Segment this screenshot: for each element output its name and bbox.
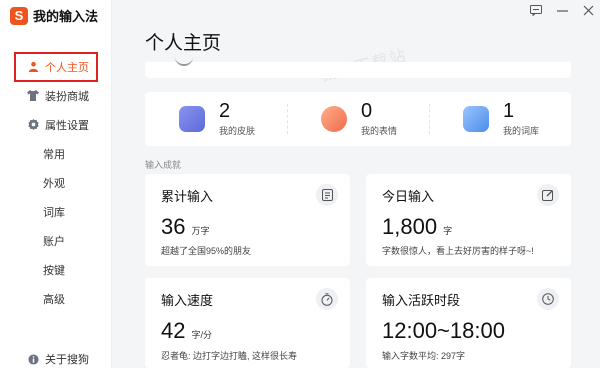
card-value-number: 1,800 <box>382 214 438 239</box>
card-title: 输入活跃时段 <box>382 293 461 308</box>
card-title: 输入速度 <box>161 293 214 308</box>
stopwatch-icon[interactable] <box>316 288 338 310</box>
card-note: 超越了全国95%的朋友 <box>161 246 252 256</box>
stats-panel: 2 我的皮肤 0 我的表情 1 我的词库 <box>145 92 571 146</box>
feedback-icon[interactable] <box>530 4 542 16</box>
emoji-icon <box>321 106 347 132</box>
sidebar-item-label: 个人主页 <box>45 61 89 74</box>
card-value: 36 万字 <box>161 214 210 240</box>
section-label: 输入成就 <box>145 160 182 170</box>
card-title: 累计输入 <box>161 189 214 204</box>
app-brand: S 我的输入法 <box>10 6 98 25</box>
sidebar-item-advanced[interactable]: 高级 <box>0 284 112 313</box>
card-value-number: 42 <box>161 318 186 343</box>
gear-icon <box>27 119 39 131</box>
sidebar-item-profile[interactable]: 个人主页 <box>0 52 112 81</box>
sidebar-item-label: 按键 <box>43 264 65 277</box>
stat-emojis[interactable]: 0 我的表情 <box>287 92 429 146</box>
card-unit: 字 <box>443 226 453 236</box>
sidebar-item-dictionary[interactable]: 词库 <box>0 197 112 226</box>
sidebar-item-common[interactable]: 常用 <box>0 139 112 168</box>
card-value-number: 12:00~18:00 <box>382 318 505 343</box>
card-note: 字数很惊人，看上去好厉害的样子呀~! <box>382 246 534 256</box>
profile-banner <box>145 62 571 78</box>
clock-icon[interactable] <box>537 288 559 310</box>
sidebar-item-label: 高级 <box>43 293 65 306</box>
window-controls <box>530 4 594 16</box>
sidebar-item-shop[interactable]: 装扮商城 <box>0 81 112 110</box>
card-note: 输入字数平均: 297字 <box>382 351 466 361</box>
stat-label: 我的皮肤 <box>219 126 256 136</box>
card-value: 1,800 字 <box>382 214 452 240</box>
page-title: 个人主页 <box>145 33 222 54</box>
app-title: 我的输入法 <box>33 9 99 24</box>
skin-icon <box>179 106 205 132</box>
sidebar-item-label: 词库 <box>43 206 65 219</box>
card-value-number: 36 <box>161 214 186 239</box>
card-note: 忍者龟: 边打字边打瞌, 这样很长寿 <box>161 351 298 361</box>
sidebar-item-about[interactable]: 关于搜狗 <box>0 350 89 368</box>
sidebar-item-label: 账户 <box>43 235 65 248</box>
card-value: 12:00~18:00 <box>382 318 505 344</box>
stat-value: 2 <box>219 100 231 122</box>
card-unit: 字/分 <box>191 330 212 340</box>
stat-value: 1 <box>503 100 515 122</box>
sidebar-item-account[interactable]: 账户 <box>0 226 112 255</box>
stat-value: 0 <box>361 100 373 122</box>
sidebar-item-label: 装扮商城 <box>45 90 89 103</box>
sidebar-item-settings[interactable]: 属性设置 <box>0 110 112 139</box>
document-icon[interactable] <box>316 184 338 206</box>
sidebar-item-label: 常用 <box>43 148 65 161</box>
person-icon <box>27 61 39 73</box>
card-input-speed: 输入速度 42 字/分 忍者龟: 边打字边打瞌, 这样很长寿 <box>145 278 350 368</box>
sidebar-item-label: 外观 <box>43 177 65 190</box>
stat-skins[interactable]: 2 我的皮肤 <box>145 92 287 146</box>
shirt-icon <box>27 90 39 102</box>
card-unit: 万字 <box>191 226 210 236</box>
card-total-input: 累计输入 36 万字 超越了全国95%的朋友 <box>145 174 350 266</box>
edit-icon[interactable] <box>537 184 559 206</box>
sidebar-item-label: 关于搜狗 <box>45 354 89 366</box>
card-today-input: 今日输入 1,800 字 字数很惊人，看上去好厉害的样子呀~! <box>366 174 571 266</box>
sidebar-nav: 个人主页 装扮商城 属性设置 常用 外观 词库 账户 按键 高级 <box>0 52 112 313</box>
app-logo-icon: S <box>10 6 28 25</box>
stat-dictionaries[interactable]: 1 我的词库 <box>429 92 571 146</box>
sidebar-item-label: 属性设置 <box>45 119 89 132</box>
sidebar-item-keys[interactable]: 按键 <box>0 255 112 284</box>
card-active-period: 输入活跃时段 12:00~18:00 输入字数平均: 297字 <box>366 278 571 368</box>
stat-label: 我的词库 <box>503 126 540 136</box>
stat-label: 我的表情 <box>361 126 398 136</box>
minimize-icon[interactable] <box>556 4 568 16</box>
avatar[interactable] <box>175 56 193 66</box>
close-icon[interactable] <box>582 4 594 16</box>
card-title: 今日输入 <box>382 189 435 204</box>
info-icon <box>27 353 39 365</box>
dictionary-icon <box>463 106 489 132</box>
card-value: 42 字/分 <box>161 318 212 344</box>
sidebar: S 我的输入法 个人主页 装扮商城 属性设置 常用 外观 词库 账户 按键 高级… <box>0 0 112 368</box>
sidebar-item-appearance[interactable]: 外观 <box>0 168 112 197</box>
